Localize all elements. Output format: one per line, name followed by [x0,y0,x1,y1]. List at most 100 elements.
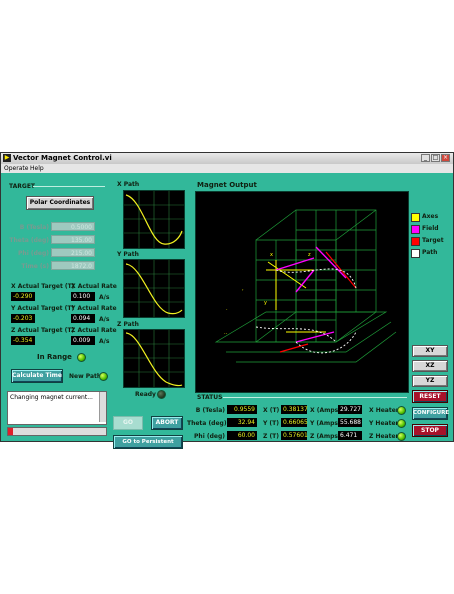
theta-label: Theta (deg) [9,237,49,244]
z-path-label: Z Path [117,321,139,328]
legend-path-label: Path [422,249,438,256]
x-rate-unit: A/s [99,294,110,301]
calculate-time-button[interactable]: Calculate Time [11,369,63,383]
y-path-graph [124,260,184,317]
plot-legend: Axes Field Target Path [411,211,453,271]
status-theta-label: Theta (deg) [187,420,227,427]
x-actual-rate-label: X Actual Rate [71,283,117,290]
y-path-label: Y Path [117,251,139,258]
status-x-t-label: X (T) [263,407,280,414]
maximize-button[interactable]: □ [431,154,440,162]
y-actual-rate-label: Y Actual Rate [71,305,117,312]
status-y-amps-value: 55.688 [338,418,362,427]
status-z-amps-label: Z (Amps) [310,433,341,440]
y-path-plot [123,259,185,318]
legend-axes-swatch [411,213,420,222]
status-phi-value: 60.00 [227,431,257,440]
status-header: STATUS [197,394,223,401]
b-tesla-input[interactable]: 0.5000 [51,222,95,231]
z-heater-label: Z Heater [369,433,399,440]
z-actual-rate-label: Z Actual Rate [71,327,117,334]
z-actual-target-value: -0.354 [11,336,35,345]
ready-label: Ready [135,391,156,398]
configure-button[interactable]: CONFIGURE [412,407,449,420]
status-y-t-label: Y (T) [263,420,280,427]
abort-button[interactable]: ABORT [151,416,183,430]
status-x-amps-value: 29.727 [338,405,362,414]
persistent-mode-button[interactable]: GO to Persistent Mode [113,435,183,457]
in-range-indicator [77,353,86,362]
svg-text:y: y [264,300,267,306]
front-panel: TARGET Polar Coordinates B (Tesla) 0.500… [1,173,453,457]
view-yz-button[interactable]: YZ [412,375,448,387]
legend-path-swatch [411,249,420,258]
x-path-graph [124,191,184,248]
polar-coordinates-button[interactable]: Polar Coordinates [26,196,94,210]
svg-text:x: x [270,252,273,258]
status-divider [223,397,407,398]
z-heater-indicator [397,432,406,441]
z-actual-target-label: Z Actual Target (T) [11,327,75,334]
log-scrollbar[interactable] [99,392,106,422]
y-actual-rate-value: 0.094 [71,314,95,323]
time-label: Time (s) [21,263,49,270]
z-actual-rate-value: 0.009 [71,336,95,345]
magnet-output-header: Magnet Output [197,181,257,189]
x-path-plot [123,190,185,249]
close-button[interactable]: × [441,154,450,162]
z-path-plot [123,329,185,388]
x-heater-label: X Heater [369,407,399,414]
x-actual-target-label: X Actual Target (T) [11,283,75,290]
svg-text:.: . [226,306,228,312]
status-log[interactable]: Changing magnet current... [7,391,107,425]
minimize-button[interactable]: _ [421,154,430,162]
target-header: TARGET [9,183,36,190]
app-icon: ▶ [3,154,11,162]
status-theta-value: 32.94 [227,418,257,427]
y-heater-label: Y Heater [369,420,399,427]
y-rate-unit: A/s [99,316,110,323]
status-z-t-value: 0.57601 [281,431,308,440]
ready-indicator [157,390,166,399]
x-actual-target-value: -0.290 [11,292,35,301]
x-heater-indicator [397,406,406,415]
reset-button[interactable]: RESET [412,390,448,403]
legend-target-label: Target [422,237,444,244]
status-log-text: Changing magnet current... [10,394,93,401]
new-path-indicator [99,372,108,381]
stop-button[interactable]: STOP [412,424,448,437]
b-tesla-label: B (Tesla) [19,224,49,231]
status-y-amps-label: Y (Amps) [310,420,341,427]
y-actual-target-value: -0.203 [11,314,35,323]
window-title: Vector Magnet Control.vi [13,154,112,162]
magnet-output-3d-view: x z y ..., [214,209,397,363]
phi-input[interactable]: 215.00 [51,248,95,257]
app-window: ▶ Vector Magnet Control.vi _ □ × Operate… [0,152,454,457]
legend-field-label: Field [422,225,439,232]
go-button[interactable]: GO [113,416,143,430]
menu-help[interactable]: Help [30,165,44,172]
magnet-output-plot[interactable]: x z y ..., [195,191,409,393]
svg-text:z: z [308,252,311,258]
phi-label: Phi (deg) [18,250,49,257]
title-bar: ▶ Vector Magnet Control.vi _ □ × [1,153,453,164]
x-actual-rate-value: 0.100 [71,292,95,301]
status-y-t-value: 0.66065 [281,418,308,427]
y-actual-target-label: Y Actual Target (T) [11,305,75,312]
view-xy-button[interactable]: XY [412,345,448,357]
status-b-value: 0.9559 [227,405,257,414]
view-xz-button[interactable]: XZ [412,360,448,372]
x-path-label: X Path [117,181,140,188]
legend-target-swatch [411,237,420,246]
status-z-t-label: Z (T) [263,433,280,440]
svg-text:,: , [242,286,244,292]
y-heater-indicator [397,419,406,428]
status-x-t-value: 0.38137 [281,405,308,414]
status-z-amps-value: 6.471 [338,431,362,440]
theta-input[interactable]: 135.00 [51,235,95,244]
legend-field-swatch [411,225,420,234]
time-input[interactable]: 1872.0 [51,261,95,270]
status-phi-label: Phi (deg) [194,433,225,440]
status-b-label: B (Tesla) [195,407,225,414]
menu-operate[interactable]: Operate [4,165,28,172]
